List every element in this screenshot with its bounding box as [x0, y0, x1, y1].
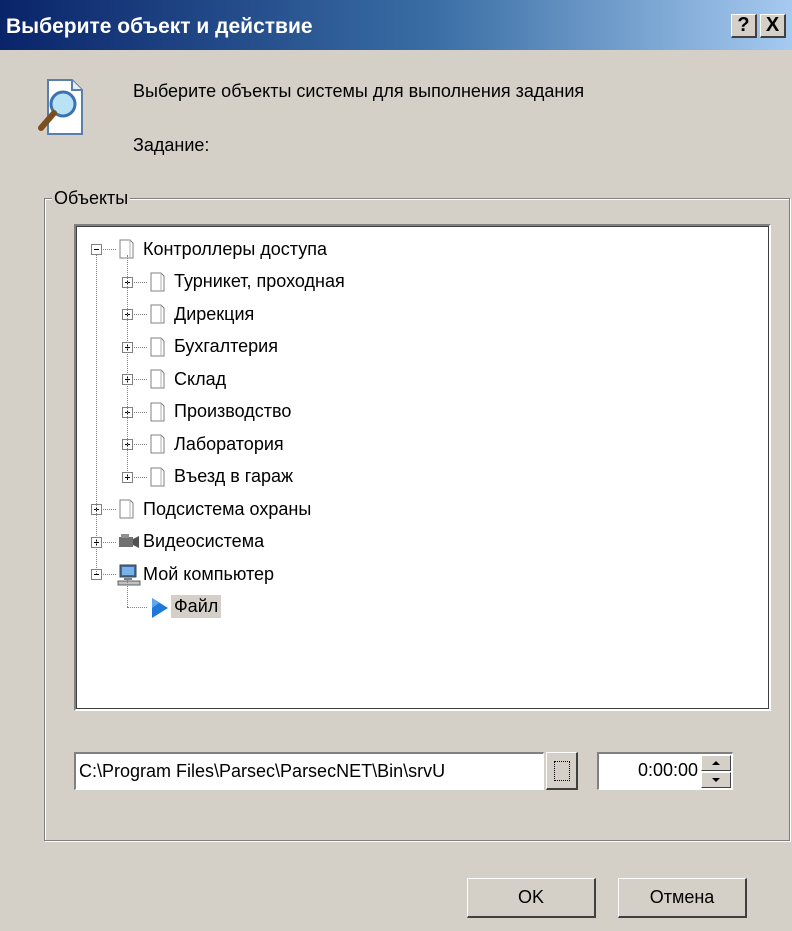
tree-node-label: Турникет, проходная	[174, 271, 345, 291]
tree-node[interactable]: Дирекция	[171, 298, 257, 330]
play-arrow-icon	[147, 596, 171, 625]
tree-node[interactable]: Въезд в гараж	[171, 461, 296, 493]
help-button[interactable]: ?	[731, 14, 757, 38]
browse-focus-icon	[554, 761, 570, 781]
tree-node[interactable]: Контроллеры доступа	[140, 233, 330, 265]
tree-node-label: Мой компьютер	[143, 563, 275, 584]
task-label: Задание:	[133, 135, 210, 155]
tree-node[interactable]: Бухгалтерия	[171, 331, 281, 363]
tree-connector	[127, 255, 128, 477]
time-input[interactable]: 0:00:00	[597, 752, 733, 790]
tree-connector	[127, 606, 147, 608]
tree-node[interactable]: Мой компьютер	[140, 558, 277, 590]
tree-node-label: Въезд в гараж	[174, 466, 294, 486]
tree-connector	[96, 255, 97, 574]
tree-node[interactable]: Файл	[171, 591, 222, 623]
close-button[interactable]: X	[760, 14, 786, 38]
folder-icon	[147, 303, 167, 330]
tree-node[interactable]: Турникет, проходная	[171, 266, 348, 298]
computer-icon	[116, 563, 142, 592]
ok-button[interactable]: OK	[467, 878, 596, 918]
folder-icon	[116, 238, 136, 265]
path-input[interactable]: C:\Program Files\Parsec\ParsecNET\Bin\sr…	[74, 752, 544, 790]
folder-icon	[147, 466, 167, 493]
tree-node-label: Бухгалтерия	[174, 336, 278, 356]
cancel-button[interactable]: Отмена	[618, 878, 747, 918]
objects-tree[interactable]: Контроллеры доступа Турникет, проходная Ди…	[74, 224, 771, 711]
folder-icon	[147, 336, 167, 363]
objects-group-label: Объекты	[52, 188, 131, 209]
tree-content: Контроллеры доступа Турникет, проходная Ди…	[76, 226, 769, 709]
browse-button[interactable]	[546, 752, 578, 790]
window-title: Выберите объект и действие	[6, 15, 313, 38]
instruction-text: Выберите объекты системы для выполнения …	[133, 81, 585, 101]
folder-icon	[147, 433, 167, 460]
tree-node[interactable]: Лаборатория	[171, 428, 287, 460]
folder-icon	[116, 498, 136, 525]
spin-down-button[interactable]	[701, 772, 731, 788]
tree-node-label: Дирекция	[174, 303, 255, 324]
collapse-icon[interactable]	[91, 244, 102, 255]
tree-node-label: Контроллеры доступа	[143, 238, 327, 259]
tree-node[interactable]: Видеосистема	[140, 526, 267, 558]
tree-node[interactable]: Склад	[171, 363, 229, 395]
tree-node-label: Производство	[174, 401, 292, 421]
folder-icon	[147, 368, 167, 395]
tree-node-label: Видеосистема	[143, 531, 265, 551]
folder-icon	[147, 401, 167, 428]
camera-icon	[116, 531, 140, 556]
tree-node[interactable]: Производство	[171, 396, 294, 428]
select-object-dialog: Выберите объект и действие ? X Выберите …	[0, 0, 792, 931]
spin-up-button[interactable]	[701, 755, 731, 771]
tree-connector	[127, 580, 128, 607]
title-bar[interactable]: Выберите объект и действие ? X	[0, 0, 792, 50]
tree-node[interactable]: Подсистема охраны	[140, 493, 314, 525]
tree-node-label: Файл	[171, 595, 222, 618]
time-value: 0:00:00	[637, 760, 698, 780]
search-document-icon	[38, 79, 83, 135]
tree-node-label: Лаборатория	[174, 433, 284, 454]
tree-node-label: Подсистема охраны	[143, 498, 312, 519]
tree-node-label: Склад	[174, 368, 227, 389]
folder-icon	[147, 271, 167, 298]
